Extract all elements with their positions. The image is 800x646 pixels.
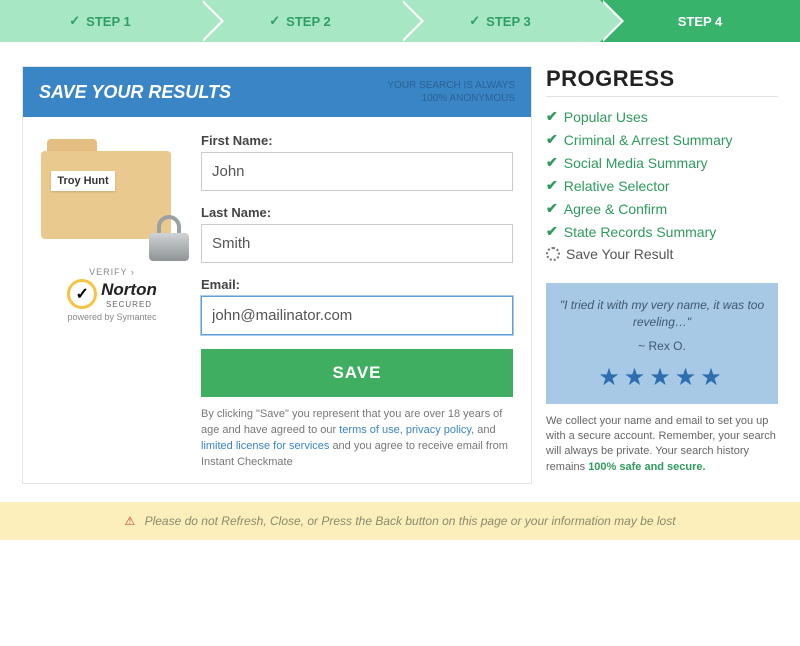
first-name-label: First Name: xyxy=(201,133,513,148)
progress-item: ✔Social Media Summary xyxy=(546,151,778,174)
save-results-card: SAVE YOUR RESULTS YOUR SEARCH IS ALWAYS … xyxy=(22,66,532,484)
progress-list: ✔Popular Uses ✔Criminal & Arrest Summary… xyxy=(546,105,778,265)
save-form: First Name: Last Name: Email: SAVE By cl… xyxy=(201,133,513,471)
first-name-input[interactable] xyxy=(201,152,513,191)
check-icon: ✓ xyxy=(469,13,480,29)
progress-title: PROGRESS xyxy=(546,66,778,97)
check-icon: ✔ xyxy=(546,177,558,194)
privacy-note: We collect your name and email to set yo… xyxy=(546,414,778,476)
step-label: STEP 3 xyxy=(486,14,531,29)
warning-icon: ⚠ xyxy=(124,514,135,528)
card-header: SAVE YOUR RESULTS YOUR SEARCH IS ALWAYS … xyxy=(23,67,531,117)
progress-item: ✔Popular Uses xyxy=(546,105,778,128)
anonymous-badge: YOUR SEARCH IS ALWAYS 100% ANONYMOUS xyxy=(387,79,515,105)
norton-badge: VERIFY › ✓ Norton SECURED powered by Sym… xyxy=(67,267,157,322)
step-label: STEP 4 xyxy=(678,14,723,29)
step-2: ✓ STEP 2 xyxy=(200,0,400,42)
spinner-icon xyxy=(546,247,560,261)
folder-icon: Troy Hunt xyxy=(37,133,187,253)
card-title: SAVE YOUR RESULTS xyxy=(39,82,231,103)
last-name-label: Last Name: xyxy=(201,205,513,220)
lock-icon xyxy=(147,215,191,259)
warning-text: Please do not Refresh, Close, or Press t… xyxy=(145,514,676,528)
step-4: STEP 4 xyxy=(600,0,800,42)
testimonial-author: ~ Rex O. xyxy=(556,339,768,353)
star-rating: ★★★★★ xyxy=(556,363,768,392)
check-icon: ✓ xyxy=(269,13,280,29)
progress-item: ✔Relative Selector xyxy=(546,174,778,197)
terms-link[interactable]: terms of use xyxy=(339,424,400,436)
email-label: Email: xyxy=(201,277,513,292)
norton-check-icon: ✓ xyxy=(67,279,97,309)
step-label: STEP 2 xyxy=(286,14,331,29)
limited-license-link[interactable]: limited license for services xyxy=(201,440,329,452)
privacy-link[interactable]: privacy policy xyxy=(406,424,471,436)
check-icon: ✓ xyxy=(69,13,80,29)
email-input[interactable] xyxy=(201,296,513,335)
progress-item: ✔State Records Summary xyxy=(546,220,778,243)
warning-banner: ⚠ Please do not Refresh, Close, or Press… xyxy=(0,502,800,540)
check-icon: ✔ xyxy=(546,131,558,148)
check-icon: ✔ xyxy=(546,154,558,171)
testimonial-box: "I tried it with my very name, it was to… xyxy=(546,283,778,404)
check-icon: ✔ xyxy=(546,108,558,125)
step-1: ✓ STEP 1 xyxy=(0,0,200,42)
testimonial-quote: "I tried it with my very name, it was to… xyxy=(556,297,768,331)
stepper: ✓ STEP 1 ✓ STEP 2 ✓ STEP 3 STEP 4 xyxy=(0,0,800,42)
progress-item: ✔Agree & Confirm xyxy=(546,197,778,220)
progress-item: ✔Criminal & Arrest Summary xyxy=(546,128,778,151)
check-icon: ✔ xyxy=(546,200,558,217)
save-button[interactable]: SAVE xyxy=(201,349,513,397)
step-label: STEP 1 xyxy=(86,14,131,29)
folder-name-label: Troy Hunt xyxy=(51,171,115,191)
progress-item-pending: Save Your Result xyxy=(546,243,778,265)
step-3: ✓ STEP 3 xyxy=(400,0,600,42)
check-icon: ✔ xyxy=(546,223,558,240)
disclaimer: By clicking "Save" you represent that yo… xyxy=(201,407,513,471)
last-name-input[interactable] xyxy=(201,224,513,263)
